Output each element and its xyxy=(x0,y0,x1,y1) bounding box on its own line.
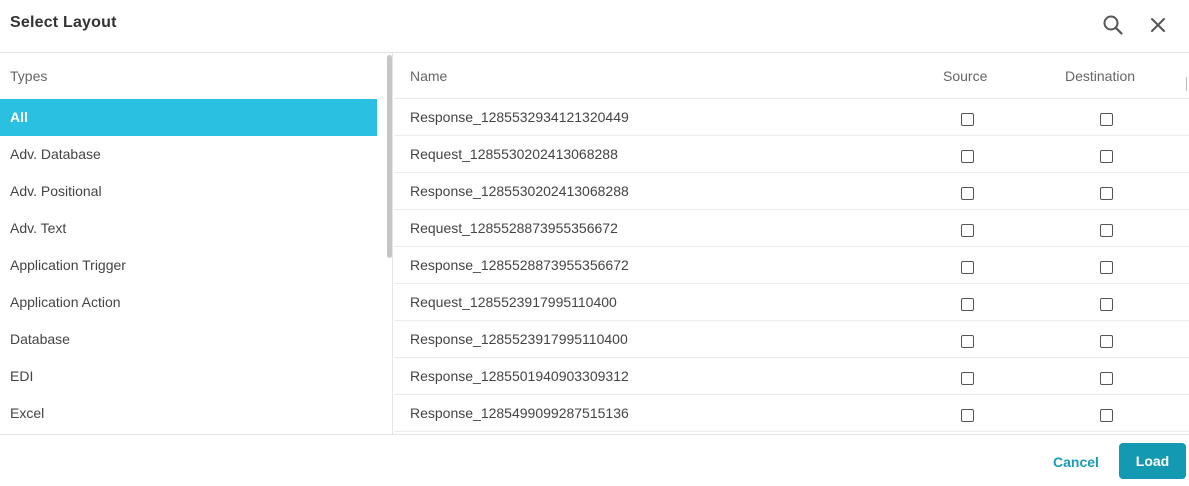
layout-name: Response_1285528873955356672 xyxy=(410,257,629,273)
type-item-edi[interactable]: EDI xyxy=(0,358,377,395)
types-panel: Types All Adv. Database Adv. Positional … xyxy=(0,53,393,434)
table-header: Name Source Destination xyxy=(394,53,1189,99)
type-item-application-action[interactable]: Application Action xyxy=(0,284,377,321)
destination-checkbox[interactable] xyxy=(1100,298,1113,311)
type-item-all[interactable]: All xyxy=(0,99,377,136)
table-row: Request_1285528873955356672 xyxy=(394,210,1189,247)
destination-checkbox[interactable] xyxy=(1100,187,1113,200)
table-row: Response_1285530202413068288 xyxy=(394,173,1189,210)
source-checkbox[interactable] xyxy=(961,409,974,422)
column-header-destination: Destination xyxy=(1065,68,1136,84)
source-checkbox[interactable] xyxy=(961,187,974,200)
cancel-button[interactable]: Cancel xyxy=(1053,454,1099,470)
table-row: Response_1285523917995110400 xyxy=(394,321,1189,358)
source-checkbox[interactable] xyxy=(961,298,974,311)
layout-name: Request_1285523917995110400 xyxy=(410,294,617,310)
type-item-application-trigger[interactable]: Application Trigger xyxy=(0,247,377,284)
types-scrollbar[interactable] xyxy=(387,55,392,258)
source-checkbox[interactable] xyxy=(961,224,974,237)
layout-name: Response_1285523917995110400 xyxy=(410,331,628,347)
table-row: Request_1285523917995110400 xyxy=(394,284,1189,321)
source-checkbox[interactable] xyxy=(961,150,974,163)
column-header-name: Name xyxy=(410,68,448,84)
table-row: Response_1285532934121320449 xyxy=(394,99,1189,136)
layout-name: Request_1285530202413068288 xyxy=(410,146,618,162)
layout-name: Response_1285499099287515136 xyxy=(410,405,629,421)
destination-checkbox[interactable] xyxy=(1100,150,1113,163)
close-icon[interactable] xyxy=(1147,14,1169,36)
column-resize-handle[interactable] xyxy=(1186,77,1187,91)
layout-name: Response_1285532934121320449 xyxy=(410,109,629,125)
load-button[interactable]: Load xyxy=(1119,443,1186,479)
table-row: Request_1285530202413068288 xyxy=(394,136,1189,173)
destination-checkbox[interactable] xyxy=(1100,409,1113,422)
type-item-adv-database[interactable]: Adv. Database xyxy=(0,136,377,173)
layout-name: Response_1285530202413068288 xyxy=(410,183,629,199)
layout-name: Request_1285528873955356672 xyxy=(410,220,618,236)
type-item-adv-positional[interactable]: Adv. Positional xyxy=(0,173,377,210)
destination-checkbox[interactable] xyxy=(1100,113,1113,126)
source-checkbox[interactable] xyxy=(961,261,974,274)
destination-checkbox[interactable] xyxy=(1100,261,1113,274)
destination-checkbox[interactable] xyxy=(1100,372,1113,385)
type-item-excel[interactable]: Excel xyxy=(0,395,377,432)
table-row: Response_1285501940903309312 xyxy=(394,358,1189,395)
search-icon[interactable] xyxy=(1102,14,1124,36)
type-item-adv-text[interactable]: Adv. Text xyxy=(0,210,377,247)
source-checkbox[interactable] xyxy=(961,372,974,385)
type-item-database[interactable]: Database xyxy=(0,321,377,358)
source-checkbox[interactable] xyxy=(961,335,974,348)
source-checkbox[interactable] xyxy=(961,113,974,126)
types-header: Types xyxy=(10,68,48,84)
destination-checkbox[interactable] xyxy=(1100,224,1113,237)
column-header-source: Source xyxy=(943,68,988,84)
layout-name: Response_1285501940903309312 xyxy=(410,368,629,384)
dialog-title: Select Layout xyxy=(10,14,117,31)
dialog-footer: Cancel Load xyxy=(0,434,1189,486)
table-row: Response_1285528873955356672 xyxy=(394,247,1189,284)
destination-checkbox[interactable] xyxy=(1100,335,1113,348)
layouts-table: Name Source Destination Response_1285532… xyxy=(394,53,1189,434)
table-row: Response_1285499099287515136 xyxy=(394,395,1189,432)
dialog-header: Select Layout xyxy=(0,0,1189,53)
